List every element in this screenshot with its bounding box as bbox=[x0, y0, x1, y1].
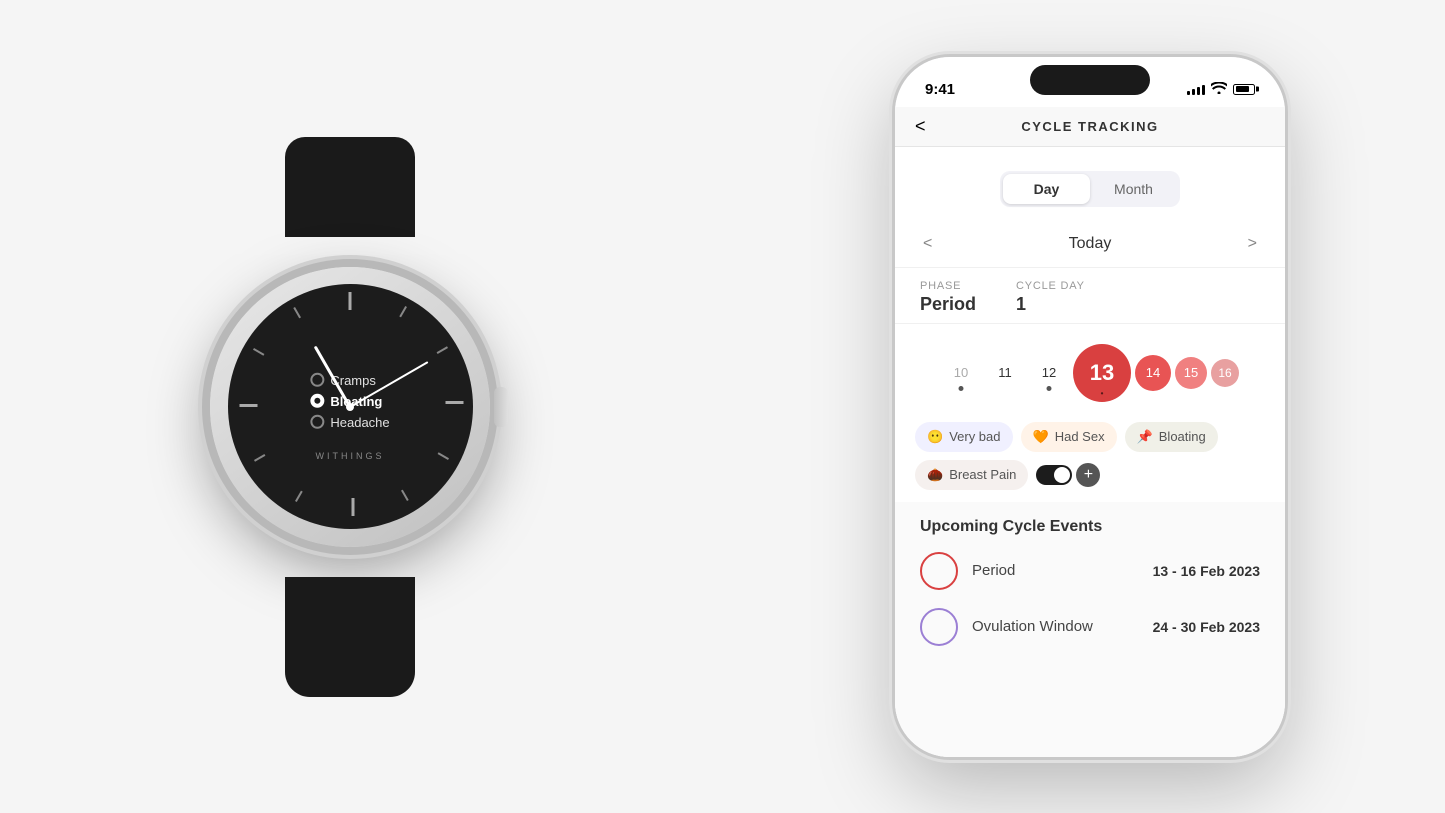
date-nav: < Today > bbox=[895, 221, 1285, 268]
watch-strap-bottom bbox=[285, 577, 415, 697]
phone: 9:41 < CYCLE TRACKIN bbox=[895, 57, 1285, 757]
back-button[interactable]: < bbox=[915, 116, 926, 137]
watch-symptom-cramps: Cramps bbox=[310, 372, 376, 387]
very-bad-label: Very bad bbox=[949, 429, 1000, 444]
had-sex-label: Had Sex bbox=[1055, 429, 1105, 444]
symptom-tag-breast-pain[interactable]: 🌰 Breast Pain bbox=[915, 460, 1028, 490]
event-period[interactable]: Period 13 - 16 Feb 2023 bbox=[920, 552, 1260, 590]
battery-icon bbox=[1233, 84, 1255, 95]
radio-cramps bbox=[310, 373, 324, 387]
symptom-tag-very-bad[interactable]: 😶 Very bad bbox=[915, 422, 1013, 452]
cal-day-11[interactable]: 11 bbox=[985, 353, 1025, 393]
watch: Cramps Bloating Headache WITHINGS bbox=[190, 217, 510, 597]
phone-frame: 9:41 < CYCLE TRACKIN bbox=[895, 57, 1285, 757]
symptom-tag-bloating[interactable]: 📌 Bloating bbox=[1125, 422, 1218, 452]
ovulation-event-label: Ovulation Window bbox=[972, 618, 1139, 635]
phase-info: PHASE Period CYCLE DAY 1 bbox=[895, 268, 1285, 324]
breast-pain-icon: 🌰 bbox=[927, 467, 943, 483]
phone-notch bbox=[1030, 65, 1150, 95]
upcoming-events-section: Upcoming Cycle Events Period 13 - 16 Feb… bbox=[895, 502, 1285, 757]
bloating-tag-label: Bloating bbox=[1159, 429, 1206, 444]
radio-headache bbox=[310, 415, 324, 429]
phase-value: Period bbox=[920, 294, 976, 314]
status-icons bbox=[1187, 81, 1255, 97]
toggle-switch[interactable] bbox=[1036, 465, 1072, 485]
cal-day-12[interactable]: 12 bbox=[1029, 353, 1069, 393]
had-sex-icon: 🧡 bbox=[1033, 429, 1049, 445]
phase-label: PHASE bbox=[920, 280, 976, 292]
cycle-day-label: CYCLE DAY bbox=[1016, 280, 1085, 292]
watch-case: Cramps Bloating Headache WITHINGS bbox=[210, 267, 490, 547]
battery-fill bbox=[1236, 86, 1250, 92]
page-title: CYCLE TRACKING bbox=[1021, 119, 1158, 134]
day-10-dot bbox=[959, 386, 964, 391]
cal-day-16[interactable]: 16 bbox=[1211, 359, 1239, 387]
ovulation-circle-icon bbox=[920, 608, 958, 646]
signal-bar-1 bbox=[1187, 91, 1190, 95]
phase-column: PHASE Period bbox=[920, 280, 976, 315]
breast-pain-label: Breast Pain bbox=[949, 467, 1016, 482]
symptom-tags: 😶 Very bad 🧡 Had Sex 📌 Bloating 🌰 Breast… bbox=[895, 422, 1285, 502]
watch-strap-top bbox=[285, 137, 415, 237]
day-12-dot bbox=[1047, 386, 1052, 391]
radio-bloating bbox=[310, 394, 324, 408]
watch-brand: WITHINGS bbox=[316, 451, 385, 461]
current-date-label: Today bbox=[1069, 235, 1112, 253]
prev-date-button[interactable]: < bbox=[915, 231, 940, 257]
add-tag-control[interactable]: + bbox=[1036, 460, 1100, 490]
watch-symptom-headache: Headache bbox=[310, 414, 389, 429]
ovulation-event-date: 24 - 30 Feb 2023 bbox=[1153, 619, 1260, 635]
signal-bars-icon bbox=[1187, 83, 1205, 95]
watch-symptoms-overlay: Cramps Bloating Headache bbox=[310, 372, 389, 429]
symptom-tag-had-sex[interactable]: 🧡 Had Sex bbox=[1021, 422, 1117, 452]
watch-face: Cramps Bloating Headache WITHINGS bbox=[228, 284, 473, 529]
signal-bar-4 bbox=[1202, 85, 1205, 95]
event-ovulation[interactable]: Ovulation Window 24 - 30 Feb 2023 bbox=[920, 608, 1260, 646]
toggle-knob bbox=[1054, 467, 1070, 483]
cal-day-13-current[interactable]: 13 bbox=[1073, 344, 1131, 402]
tab-switcher: Day Month bbox=[1000, 171, 1180, 207]
nav-header: < CYCLE TRACKING bbox=[895, 107, 1285, 147]
add-icon[interactable]: + bbox=[1076, 463, 1100, 487]
watch-center bbox=[346, 403, 354, 411]
tab-month[interactable]: Month bbox=[1090, 174, 1177, 204]
cal-day-15[interactable]: 15 bbox=[1175, 357, 1207, 389]
cycle-day-value: 1 bbox=[1016, 294, 1026, 314]
period-event-label: Period bbox=[972, 562, 1139, 579]
upcoming-events-title: Upcoming Cycle Events bbox=[920, 518, 1260, 536]
bloating-icon: 📌 bbox=[1137, 429, 1153, 445]
period-circle-icon bbox=[920, 552, 958, 590]
watch-crown bbox=[494, 387, 508, 427]
cycle-day-column: CYCLE DAY 1 bbox=[1016, 280, 1085, 315]
signal-bar-3 bbox=[1197, 87, 1200, 95]
very-bad-icon: 😶 bbox=[927, 429, 943, 445]
headache-label: Headache bbox=[330, 414, 389, 429]
wifi-icon bbox=[1211, 81, 1227, 97]
cal-day-10[interactable]: 10 bbox=[941, 353, 981, 393]
signal-bar-2 bbox=[1192, 89, 1195, 95]
next-date-button[interactable]: > bbox=[1240, 231, 1265, 257]
status-time: 9:41 bbox=[925, 81, 955, 98]
period-event-date: 13 - 16 Feb 2023 bbox=[1153, 563, 1260, 579]
cal-day-14[interactable]: 14 bbox=[1135, 355, 1171, 391]
tab-day[interactable]: Day bbox=[1003, 174, 1090, 204]
phone-content: < CYCLE TRACKING Day Month < Today > PHA… bbox=[895, 107, 1285, 757]
calendar-strip: 10 11 12 13 14 bbox=[895, 324, 1285, 422]
